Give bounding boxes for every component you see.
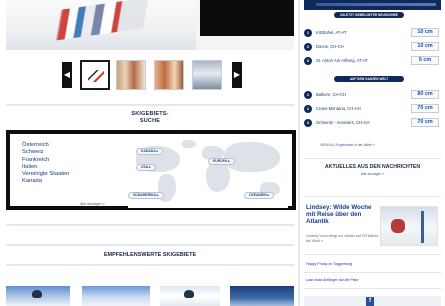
- news-title: AKTUELLES AUS DEN NACHRICHTEN: [324, 164, 421, 170]
- carousel-thumb-2[interactable]: [116, 60, 146, 90]
- carousel-prev-button[interactable]: ◀: [62, 62, 72, 88]
- snow-value: 80 cm: [411, 90, 439, 99]
- hero-dark-panel: [200, 0, 294, 36]
- carousel-thumb-1[interactable]: [80, 60, 110, 90]
- snow-value: 10 cm: [411, 42, 439, 51]
- country-link-italy[interactable]: Italien: [22, 164, 112, 171]
- snow-value: 5 cm: [411, 56, 439, 65]
- view-all-nearby-link[interactable]: VIEW ALL Ergebnisse in der Nähe »: [320, 143, 375, 147]
- resort-name[interactable]: Balkorn, CH-CH: [316, 92, 346, 97]
- region-button-suedamerika[interactable]: SÜDAMERIKA ▸: [128, 192, 164, 199]
- thumbnail-carousel: ◀ ▶: [60, 58, 244, 92]
- recent-snow-title: ZULETZT GEMELDETER NEUSCHNEE: [334, 12, 404, 18]
- news-teaser: Lindsey Vonn steigt nur wieder auf DITNa…: [306, 234, 379, 243]
- rank-badge: 3: [304, 119, 312, 127]
- snow-value: 10 cm: [411, 28, 439, 37]
- show-all-countries-link[interactable]: Alle anzeigen »: [80, 202, 105, 206]
- divider: [304, 196, 441, 197]
- news-image[interactable]: [380, 206, 438, 246]
- rank-badge: 2: [304, 105, 312, 113]
- sidebar: ZULETZT GEMELDETER NEUSCHNEE 1 Kitzbühel…: [300, 0, 445, 306]
- carousel-thumb-4[interactable]: [192, 60, 222, 90]
- divider: [304, 272, 441, 273]
- world-snow-title: AUF DEM GANZEN WELT: [334, 76, 404, 82]
- country-link-canada[interactable]: Kanada: [22, 178, 112, 185]
- news-header: AKTUELLES AUS DEN NACHRICHTEN Alle anzei…: [304, 164, 441, 176]
- divider: [304, 158, 441, 159]
- recommended-title: EMPFEHLENSWERTE SKIGEBIETE: [103, 252, 197, 258]
- country-list: Österreich Schweiz Frankreich Italien Ve…: [22, 142, 112, 186]
- region-button-kanada[interactable]: KANADA ▸: [136, 148, 164, 155]
- news-link[interactable]: Happy Friday on Toggenburg: [306, 262, 352, 266]
- snow-row[interactable]: 2 Davos, CH-CH 10 cm: [304, 42, 441, 52]
- divider: [6, 244, 294, 246]
- hero-image[interactable]: [6, 0, 294, 50]
- ski-search-box: Österreich Schweiz Frankreich Italien Ve…: [6, 130, 296, 210]
- divider: [304, 288, 441, 289]
- rank-badge: 3: [304, 57, 312, 65]
- snow-value: 70 cm: [411, 104, 439, 113]
- country-link-usa[interactable]: Vereinigte Staaten: [22, 171, 112, 178]
- map-africa: [206, 162, 230, 192]
- resort-name[interactable]: Grimentz - Anniviers, CH-CH: [316, 120, 370, 125]
- resort-name[interactable]: Davos, CH-CH: [316, 44, 344, 49]
- region-button-usa[interactable]: USA ▸: [136, 164, 156, 171]
- recommended-photo-4[interactable]: [230, 286, 294, 306]
- ski-search-title-line1: SKIGEBIETS-: [131, 111, 169, 117]
- recommended-photo-1[interactable]: [6, 286, 70, 306]
- resort-name[interactable]: Kitzbühel, AT-AT: [316, 30, 347, 35]
- rank-badge: 2: [304, 43, 312, 51]
- snow-ranking-header: [304, 0, 441, 10]
- map-asia: [224, 142, 280, 172]
- news-headline-link[interactable]: Lindsey: Wilde Woche mit Reise über den …: [306, 204, 376, 226]
- facebook-icon[interactable]: f: [366, 297, 374, 306]
- rank-badge: 1: [304, 91, 312, 99]
- ski-search-title-line2: SUCHE: [139, 118, 161, 124]
- snow-value: 70 cm: [411, 118, 439, 127]
- ski-search-title: SKIGEBIETS- SUCHE: [110, 111, 190, 125]
- map-greenland: [182, 140, 196, 148]
- recommended-photo-3[interactable]: [160, 286, 220, 306]
- snow-row[interactable]: 1 Balkorn, CH-CH 80 cm: [304, 90, 441, 100]
- divider: [304, 254, 441, 255]
- carousel-thumb-3[interactable]: [154, 60, 184, 90]
- divider: [6, 104, 294, 106]
- snow-row[interactable]: 3 Grimentz - Anniviers, CH-CH 70 cm: [304, 118, 441, 128]
- news-show-all-link[interactable]: Alle anzeigen »: [304, 172, 441, 176]
- resort-name[interactable]: Crans-Montana, CH-CH: [316, 106, 361, 111]
- carousel-next-button[interactable]: ▶: [232, 62, 242, 88]
- country-link-france[interactable]: Frankreich: [22, 157, 112, 164]
- country-link-switzerland[interactable]: Schweiz: [22, 149, 112, 156]
- news-link[interactable]: Laax lockt Anfänger auf die Piste: [306, 278, 358, 282]
- snow-ranking-panel: ZULETZT GEMELDETER NEUSCHNEE 1 Kitzbühel…: [304, 0, 441, 142]
- divider: [6, 224, 294, 226]
- resort-name[interactable]: St. Anton Am Arlberg, AT-AT: [316, 58, 368, 63]
- country-link-austria[interactable]: Österreich: [22, 142, 112, 149]
- recommended-photo-2[interactable]: [82, 286, 150, 306]
- main-column: ◀ ▶ SKIGEBIETS- SUCHE Österreich Schweiz…: [0, 0, 300, 306]
- snow-row[interactable]: 2 Crans-Montana, CH-CH 70 cm: [304, 104, 441, 114]
- snow-row[interactable]: 1 Kitzbühel, AT-AT 10 cm: [304, 28, 441, 38]
- snow-row[interactable]: 3 St. Anton Am Arlberg, AT-AT 5 cm: [304, 56, 441, 66]
- rank-badge: 1: [304, 29, 312, 37]
- world-map: KANADA ▸ USA ▸ EUROPA ▸ SÜDAMERIKA ▸ OZE…: [128, 138, 288, 208]
- region-button-ozeanien[interactable]: OZEANIEN ▸: [244, 192, 275, 199]
- region-button-europa[interactable]: EUROPA ▸: [208, 158, 235, 165]
- divider: [6, 264, 294, 266]
